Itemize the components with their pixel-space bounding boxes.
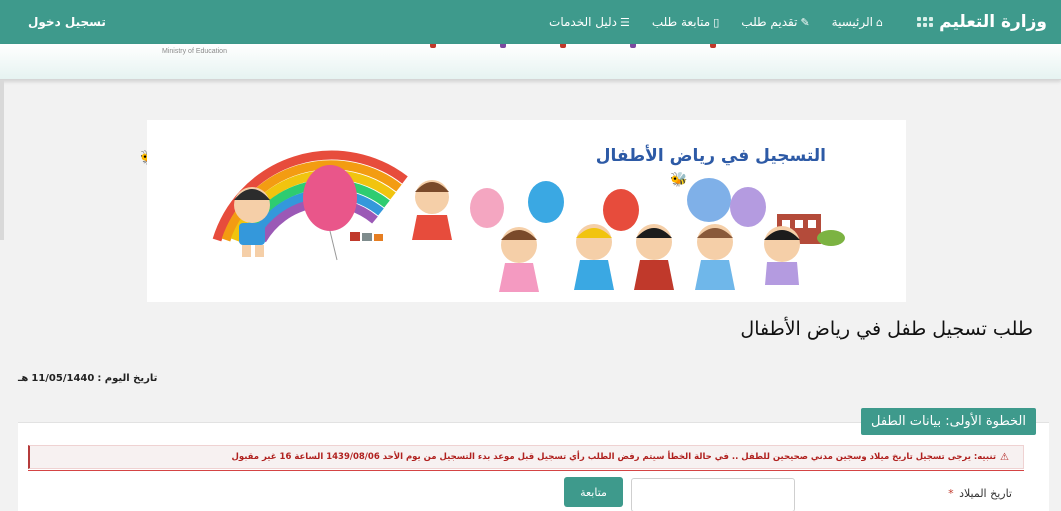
today-suffix: هـ <box>18 373 29 384</box>
decorative-marks <box>430 44 760 50</box>
banner-title: التسجيل في رياض الأطفال <box>595 146 826 166</box>
warning-alert: ⚠ تنبيه: يرجى تسجيل تاريخ ميلاد وسجين مد… <box>28 445 1024 469</box>
brand-name: وزارة التعليم <box>939 12 1047 32</box>
required-mark: * <box>948 487 954 500</box>
edit-icon: ✎ <box>800 15 810 29</box>
nav-submit-request[interactable]: ✎ تقديم طلب <box>741 15 809 29</box>
today-label: تاريخ اليوم : <box>97 373 158 384</box>
main-nav: ⌂ الرئيسية ✎ تقديم طلب ▯ متابعة طلب ☰ دل… <box>549 0 883 44</box>
today-value: 11/05/1440 <box>31 373 95 384</box>
side-strip <box>0 80 4 240</box>
birth-date-label-text: تاريخ الميلاد <box>959 487 1012 500</box>
ministry-english-name: Ministry of Education <box>162 48 227 55</box>
page-title: طلب تسجيل طفل في رياض الأطفال <box>740 318 1033 340</box>
banner-bee-icon: 🐝 <box>670 172 688 188</box>
sub-header: Ministry of Education <box>0 44 1061 80</box>
today-date: تاريخ اليوم : 11/05/1440 هـ <box>18 373 157 384</box>
nav-submit-label: تقديم طلب <box>741 15 798 29</box>
continue-button[interactable]: متابعة <box>564 477 623 507</box>
nav-home[interactable]: ⌂ الرئيسية <box>832 15 883 29</box>
warning-icon: ⚠ <box>1000 451 1009 463</box>
form-panel: ⚠ تنبيه: يرجى تسجيل تاريخ ميلاد وسجين مد… <box>18 422 1049 511</box>
warning-text: تنبيه: يرجى تسجيل تاريخ ميلاد وسجين مدني… <box>231 452 997 462</box>
home-icon: ⌂ <box>876 15 883 29</box>
nav-track-label: متابعة طلب <box>651 15 711 29</box>
list-icon: ☰ <box>619 15 630 29</box>
birth-date-label: تاريخ الميلاد * <box>948 487 1012 500</box>
document-icon: ▯ <box>713 15 720 29</box>
nav-services-guide[interactable]: ☰ دليل الخدمات <box>549 15 630 29</box>
nav-guide-label: دليل الخدمات <box>549 15 617 29</box>
alert-divider <box>28 470 1024 471</box>
step-one-tab: الخطوة الأولى: بيانات الطفل <box>860 408 1036 435</box>
ministry-logo[interactable]: وزارة التعليم <box>917 8 1047 36</box>
logo-mark-icon <box>917 17 934 27</box>
nav-home-label: الرئيسية <box>831 15 874 29</box>
hero-banner: التسجيل في رياض الأطفال 🐝 <box>147 120 906 302</box>
nav-track-request[interactable]: ▯ متابعة طلب <box>652 15 719 29</box>
login-link[interactable]: تسجيل دخول <box>28 0 106 44</box>
birth-date-input[interactable] <box>631 478 795 511</box>
top-navbar: وزارة التعليم ⌂ الرئيسية ✎ تقديم طلب ▯ م… <box>0 0 1061 44</box>
